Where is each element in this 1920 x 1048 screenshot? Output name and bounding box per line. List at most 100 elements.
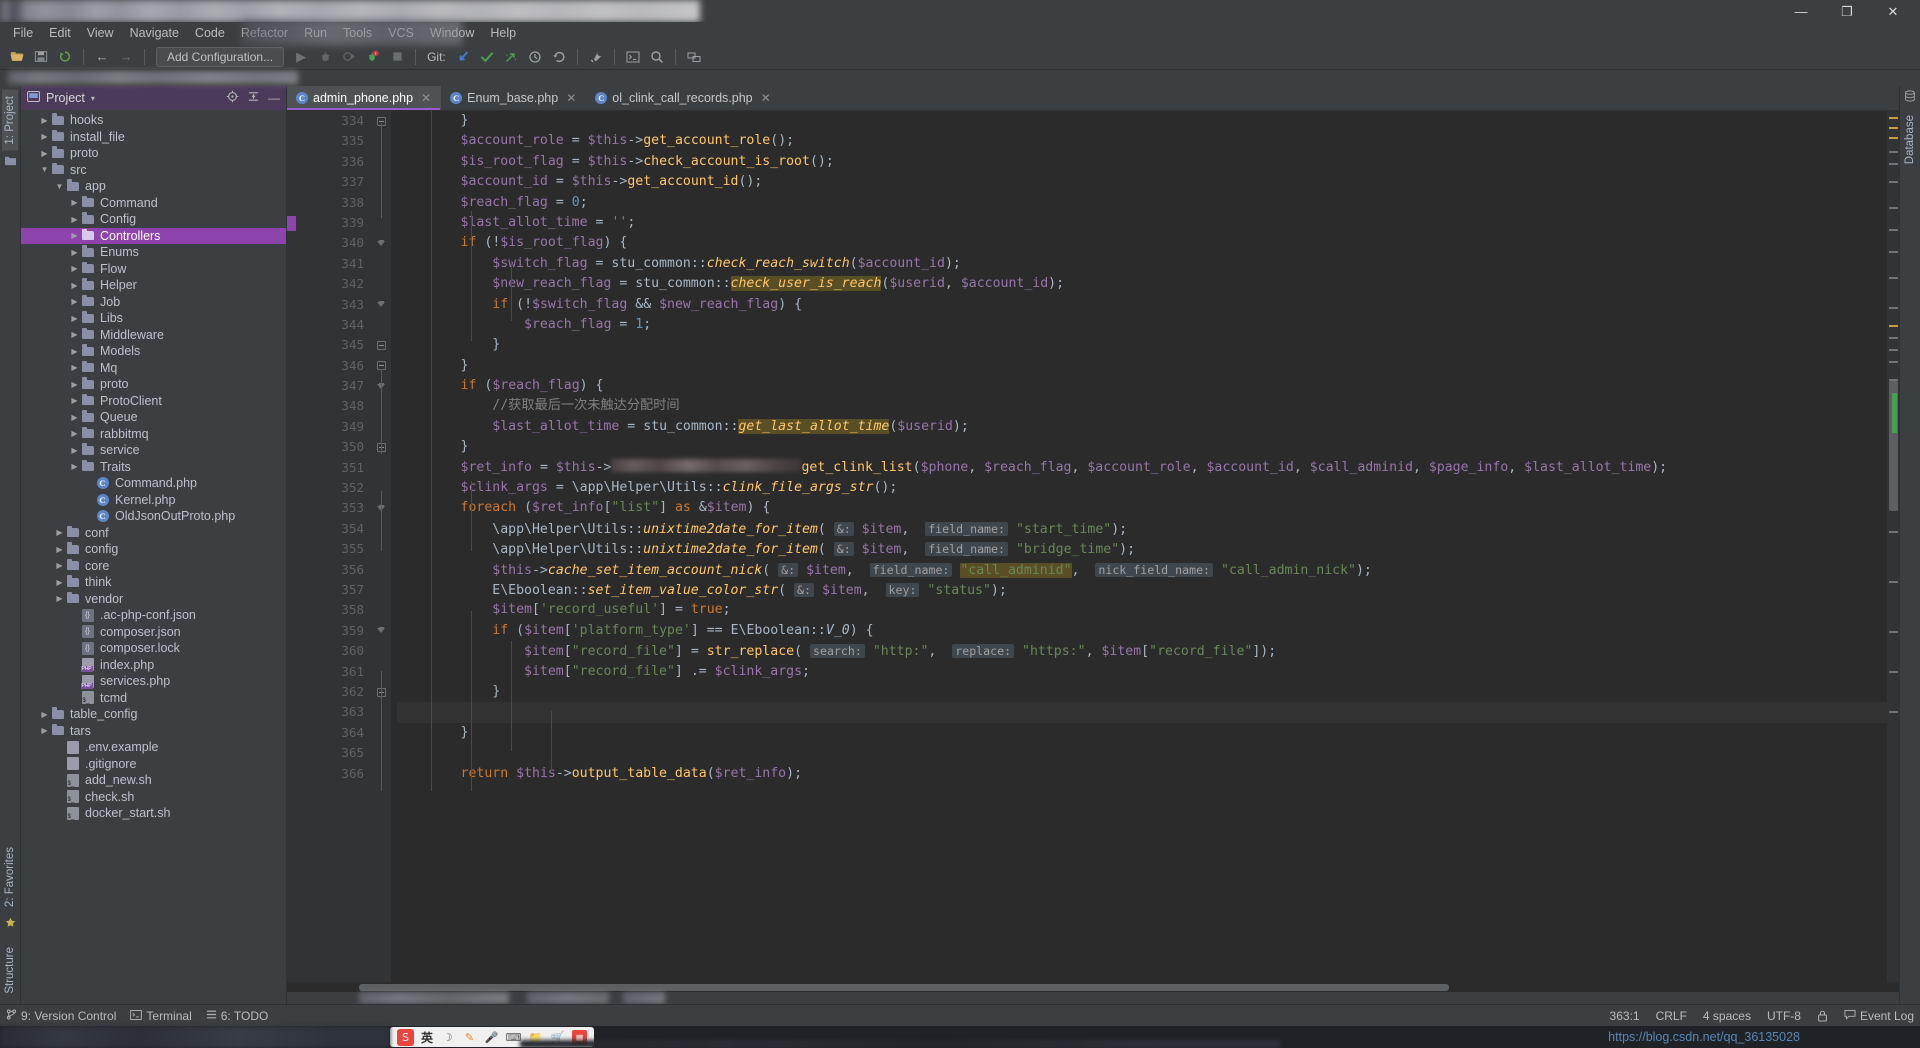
code-line[interactable]: $last_allot_time = '';	[397, 213, 1887, 233]
tree-node[interactable]: ▶{} composer.json	[21, 624, 286, 641]
tree-expand-arrow[interactable]: ▶	[54, 545, 65, 554]
tree-node[interactable]: ▶ Command	[21, 195, 286, 212]
tree-node[interactable]: ▶ index.php	[21, 657, 286, 674]
tree-expand-arrow[interactable]: ▶	[54, 578, 65, 587]
code-line[interactable]: }	[397, 682, 1887, 702]
tree-expand-arrow[interactable]: ▶	[54, 809, 65, 818]
tree-expand-arrow[interactable]: ▶	[69, 446, 80, 455]
tree-expand-arrow[interactable]: ▶	[69, 198, 80, 207]
code-line[interactable]: if (!$switch_flag && $new_reach_flag) {	[397, 295, 1887, 315]
tree-expand-arrow[interactable]: ▼	[54, 182, 65, 191]
tree-node[interactable]: ▶ Helper	[21, 277, 286, 294]
pencil-icon[interactable]: ✎	[462, 1030, 477, 1045]
code-line[interactable]: $item['record_useful'] = true;	[397, 600, 1887, 620]
stop-debug-icon[interactable]: !	[362, 46, 384, 68]
code-line[interactable]: $ret_info = $this-> get_clink_list($phone…	[397, 458, 1887, 478]
tree-node[interactable]: ▶{} .ac-php-conf.json	[21, 607, 286, 624]
code-line[interactable]: if (!$is_root_flag) {	[397, 233, 1887, 253]
menu-help[interactable]: Help	[482, 24, 524, 42]
caret-position[interactable]: 363:1	[1610, 1009, 1640, 1023]
project-file-tree[interactable]: ▶ hooks ▶ install_file ▶ proto ▼ src ▼ app ▶ Comman…	[21, 110, 286, 1004]
terminal-icon[interactable]	[622, 46, 644, 68]
code-line[interactable]: if ($reach_flag) {	[397, 376, 1887, 396]
menu-edit[interactable]: Edit	[41, 24, 79, 42]
tree-expand-arrow[interactable]: ▶	[39, 726, 50, 735]
sidebar-item-structure[interactable]: Structure	[2, 941, 18, 1000]
tree-expand-arrow[interactable]: ▶	[39, 149, 50, 158]
tree-expand-arrow[interactable]: ▶	[69, 396, 80, 405]
tree-expand-arrow[interactable]: ▶	[39, 116, 50, 125]
code-line[interactable]: $item["record_file"] .= $clink_args;	[397, 662, 1887, 682]
tree-node[interactable]: ▶ proto	[21, 145, 286, 162]
menu-navigate[interactable]: Navigate	[122, 24, 187, 42]
code-line[interactable]	[397, 702, 1887, 723]
tree-node[interactable]: ▶ tcmd	[21, 690, 286, 707]
run-configuration-selector[interactable]: Add Configuration...	[156, 46, 285, 67]
history-icon[interactable]	[524, 46, 546, 68]
push-icon[interactable]	[500, 46, 522, 68]
tree-node[interactable]: ▶ ProtoClient	[21, 393, 286, 410]
tree-expand-arrow[interactable]: ▶	[69, 413, 80, 422]
tree-node[interactable]: ▶ Config	[21, 211, 286, 228]
tree-expand-arrow[interactable]: ▶	[39, 132, 50, 141]
hide-icon[interactable]: —	[268, 91, 280, 105]
commit-icon[interactable]	[476, 46, 498, 68]
code-line[interactable]: $reach_flag = 0;	[397, 193, 1887, 213]
tree-node[interactable]: ▶ hooks	[21, 112, 286, 129]
editor-tab[interactable]: Cadmin_phone.php ✕	[287, 86, 442, 110]
fold-marker[interactable]	[371, 621, 391, 641]
sidebar-item-database[interactable]: Database	[1902, 109, 1918, 170]
tree-node[interactable]: ▶{} composer.lock	[21, 640, 286, 657]
indent-setting[interactable]: 4 spaces	[1703, 1009, 1751, 1023]
tree-expand-arrow[interactable]: ▶	[54, 776, 65, 785]
tree-node[interactable]: ▶ table_config	[21, 706, 286, 723]
keyboard-icon[interactable]: ⌨	[506, 1030, 522, 1045]
tree-expand-arrow[interactable]: ▶	[69, 644, 80, 653]
tree-expand-arrow[interactable]: ▶	[69, 264, 80, 273]
tree-expand-arrow[interactable]: ▶	[69, 297, 80, 306]
status-terminal[interactable]: Terminal	[130, 1009, 192, 1023]
status-version-control[interactable]: 9: Version Control	[6, 1009, 116, 1023]
update-project-icon[interactable]	[452, 46, 474, 68]
tree-expand-arrow[interactable]: ▶	[69, 347, 80, 356]
menu-run[interactable]: Run	[296, 24, 335, 42]
tree-expand-arrow[interactable]: ▼	[39, 165, 50, 174]
tree-node[interactable]: ▶C OldJsonOutProto.php	[21, 508, 286, 525]
sidebar-item-project[interactable]: 1: Project	[2, 90, 18, 151]
tree-node[interactable]: ▶ service	[21, 442, 286, 459]
tree-node[interactable]: ▶ add_new.sh	[21, 772, 286, 789]
open-folder-icon[interactable]	[6, 46, 28, 68]
code-line[interactable]: $reach_flag = 1;	[397, 315, 1887, 335]
code-line[interactable]: }	[397, 111, 1887, 131]
tree-node[interactable]: ▶ Middleware	[21, 327, 286, 344]
tree-expand-arrow[interactable]: ▶	[84, 479, 95, 488]
tree-expand-arrow[interactable]: ▶	[69, 248, 80, 257]
stop-icon[interactable]	[386, 46, 408, 68]
tree-node[interactable]: ▶ config	[21, 541, 286, 558]
code-line[interactable]: }	[397, 723, 1887, 743]
fold-marker[interactable]	[371, 233, 391, 253]
close-button[interactable]: ✕	[1870, 0, 1916, 22]
run-icon[interactable]: ▶	[290, 46, 312, 68]
lock-icon[interactable]	[1817, 1010, 1828, 1022]
file-encoding[interactable]: UTF-8	[1767, 1009, 1801, 1023]
menu-vcs[interactable]: VCS	[380, 24, 422, 42]
code-line[interactable]: $new_reach_flag = stu_common::check_user…	[397, 274, 1887, 294]
tree-node[interactable]: ▶ rabbitmq	[21, 426, 286, 443]
tree-node[interactable]: ▶ Job	[21, 294, 286, 311]
editor-tab[interactable]: Col_clink_call_records.php ✕	[586, 86, 780, 110]
tree-node[interactable]: ▶ tars	[21, 723, 286, 740]
code-line[interactable]: //获取最后一次未触达分配时间	[397, 396, 1887, 416]
editor-tab[interactable]: C Enum_base.php ✕	[441, 86, 586, 110]
code-folding-column[interactable]	[371, 111, 391, 982]
code-line[interactable]: return $this->output_table_data($ret_inf…	[397, 764, 1887, 784]
tree-node[interactable]: ▶ Flow	[21, 261, 286, 278]
tree-expand-arrow[interactable]: ▶	[69, 693, 80, 702]
tree-node[interactable]: ▶ Libs	[21, 310, 286, 327]
code-line[interactable]	[397, 743, 1887, 763]
tree-node[interactable]: ▶ Models	[21, 343, 286, 360]
sogou-icon[interactable]: S	[397, 1028, 414, 1046]
tree-expand-arrow[interactable]: ▶	[69, 627, 80, 636]
ime-mode-label[interactable]: 英	[421, 1029, 433, 1046]
sidebar-item-favorites[interactable]: 2: Favorites	[2, 841, 18, 913]
